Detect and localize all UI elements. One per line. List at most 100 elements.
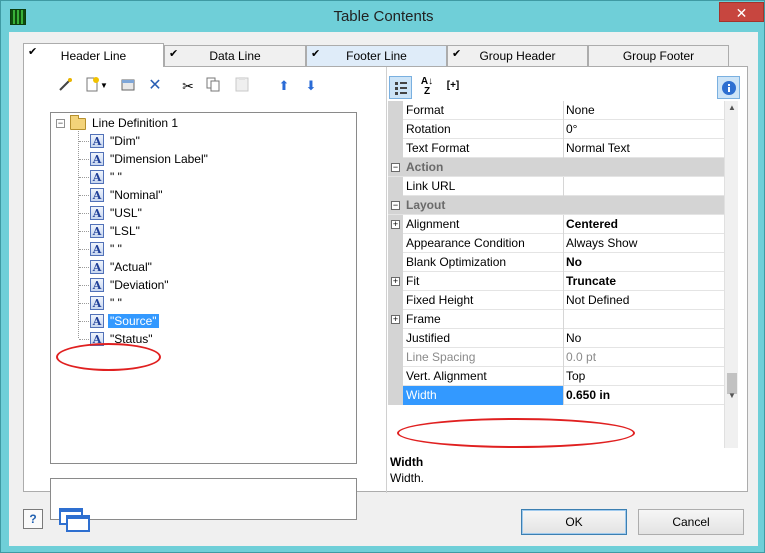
tree-item-label: "Deviation"	[110, 278, 169, 292]
text-field-icon: A	[90, 296, 104, 310]
ok-button[interactable]: OK	[521, 509, 627, 535]
category-layout[interactable]: − Layout	[388, 196, 724, 215]
property-row-blank-optimization[interactable]: Blank Optimization No	[388, 253, 724, 272]
tab-group-footer[interactable]: Group Footer	[588, 45, 729, 66]
pane-divider[interactable]	[386, 67, 387, 493]
tree-item-label: "Dimension Label"	[110, 152, 208, 166]
property-value[interactable]: 0.650 in	[566, 388, 610, 402]
property-value[interactable]: Normal Text	[566, 141, 630, 155]
property-row-appearance-condition[interactable]: Appearance Condition Always Show	[388, 234, 724, 253]
scroll-up-icon[interactable]: ▲	[725, 101, 738, 115]
tree-item-label: " "	[110, 296, 122, 310]
cut-icon[interactable]: ✂	[177, 75, 199, 97]
text-field-icon: A	[90, 206, 104, 220]
tree-item-label: "Source"	[108, 314, 159, 328]
tab-label: Group Footer	[622, 49, 695, 63]
collapse-icon[interactable]: −	[391, 163, 400, 172]
wand-icon[interactable]	[55, 75, 77, 97]
tree-item-label: "Nominal"	[110, 188, 163, 202]
property-name: Vert. Alignment	[406, 369, 487, 383]
collapse-icon[interactable]: −	[56, 119, 65, 128]
property-row-format[interactable]: Format None	[388, 101, 724, 120]
property-row-fixed-height[interactable]: Fixed Height Not Defined	[388, 291, 724, 310]
property-row-line-spacing[interactable]: Line Spacing 0.0 pt	[388, 348, 724, 367]
property-row-alignment[interactable]: + Alignment Centered	[388, 215, 724, 234]
text-field-icon: A	[90, 242, 104, 256]
property-row-justified[interactable]: Justified No	[388, 329, 724, 348]
property-row-text-format[interactable]: Text Format Normal Text	[388, 139, 724, 158]
property-row-rotation[interactable]: Rotation 0°	[388, 120, 724, 139]
text-field-icon: A	[90, 134, 104, 148]
expand-icon[interactable]: +	[391, 220, 400, 229]
dialog-client: ✔ Header Line ✔ Data Line ✔ Footer Line …	[9, 32, 758, 546]
property-row-width[interactable]: Width 0.650 in	[388, 386, 724, 405]
property-value[interactable]: 0.0 pt	[566, 350, 596, 364]
title-bar[interactable]: Table Contents ✕	[1, 1, 765, 33]
text-field-icon: A	[90, 170, 104, 184]
move-down-icon[interactable]: ⬇	[300, 75, 322, 97]
tree-guide	[78, 131, 79, 338]
line-definition-tree[interactable]: − Line Definition 1 A "Dim" A "Dimension L…	[50, 112, 357, 464]
close-button[interactable]: ✕	[719, 2, 764, 22]
info-icon[interactable]	[717, 76, 740, 99]
categorized-view-icon[interactable]	[389, 76, 412, 99]
tab-group-header[interactable]: ✔ Group Header	[447, 45, 588, 66]
property-name: Fit	[406, 274, 420, 288]
property-value[interactable]: Not Defined	[566, 293, 629, 307]
text-field-icon: A	[90, 224, 104, 238]
help-question-icon[interactable]: ?	[23, 509, 43, 529]
description-box	[50, 478, 357, 520]
property-name: Frame	[406, 312, 441, 326]
tab-label: Header Line	[60, 49, 127, 63]
property-value[interactable]: 0°	[566, 122, 577, 136]
category-action[interactable]: − Action	[388, 158, 724, 177]
sort-alpha-icon[interactable]: A↓ Z	[416, 75, 438, 97]
left-toolbar: ▼ ✕ ✂ ⬆ ⬇	[38, 75, 358, 101]
tree-item-label: "LSL"	[110, 224, 140, 238]
cancel-button[interactable]: Cancel	[638, 509, 744, 535]
property-value[interactable]: Always Show	[566, 236, 637, 250]
properties-icon[interactable]	[117, 75, 139, 97]
help-text: Width.	[390, 471, 425, 485]
windows-icon[interactable]	[59, 507, 91, 533]
property-row-frame[interactable]: + Frame	[388, 310, 724, 329]
dialog-window: Table Contents ✕ ✔ Header Line ✔ Data Li…	[0, 0, 765, 553]
tab-label: Group Header	[479, 49, 556, 63]
property-value[interactable]: Top	[566, 369, 585, 383]
property-value[interactable]: Centered	[566, 217, 618, 231]
property-value[interactable]: Truncate	[566, 274, 616, 288]
property-name: Line Spacing	[406, 350, 476, 364]
property-name: Rotation	[406, 122, 451, 136]
collapse-icon[interactable]: −	[391, 201, 400, 210]
property-grid[interactable]: Format None Rotation 0° Text Format Normal …	[388, 101, 738, 448]
tree-item-label: " "	[110, 242, 122, 256]
text-field-icon: A	[90, 260, 104, 274]
property-row-vert-alignment[interactable]: Vert. Alignment Top	[388, 367, 724, 386]
tab-data-line[interactable]: ✔ Data Line	[164, 45, 306, 66]
property-value[interactable]: No	[566, 255, 582, 269]
property-value[interactable]: None	[566, 103, 595, 117]
paste-icon[interactable]	[231, 75, 253, 97]
tree-item-label: " "	[110, 170, 122, 184]
help-title: Width	[390, 455, 424, 469]
text-field-icon: A	[90, 188, 104, 202]
category-name: Action	[406, 160, 444, 174]
scroll-down-icon[interactable]: ▼	[725, 389, 738, 403]
highlight-ellipse	[56, 343, 161, 371]
property-row-link-url[interactable]: Link URL	[388, 177, 724, 196]
highlight-ellipse	[397, 418, 635, 448]
expand-icon[interactable]: +	[391, 315, 400, 324]
tab-page: ▼ ✕ ✂ ⬆ ⬇ − Line Definition 1 A "Dim" A …	[23, 66, 748, 520]
tab-footer-line[interactable]: ✔ Footer Line	[306, 45, 447, 66]
expand-icon[interactable]: +	[391, 277, 400, 286]
expand-brackets-icon[interactable]: [+]	[440, 75, 466, 97]
dropdown-arrow-icon[interactable]: ▼	[98, 75, 110, 97]
tab-header-line[interactable]: ✔ Header Line	[23, 43, 164, 67]
property-row-fit[interactable]: + Fit Truncate	[388, 272, 724, 291]
delete-icon[interactable]: ✕	[144, 75, 166, 97]
tree-root-label: Line Definition 1	[92, 116, 179, 130]
copy-icon[interactable]	[202, 75, 224, 97]
property-value[interactable]: No	[566, 331, 581, 345]
move-up-icon[interactable]: ⬆	[273, 75, 295, 97]
property-scrollbar[interactable]: ▲ ▼	[724, 101, 738, 448]
